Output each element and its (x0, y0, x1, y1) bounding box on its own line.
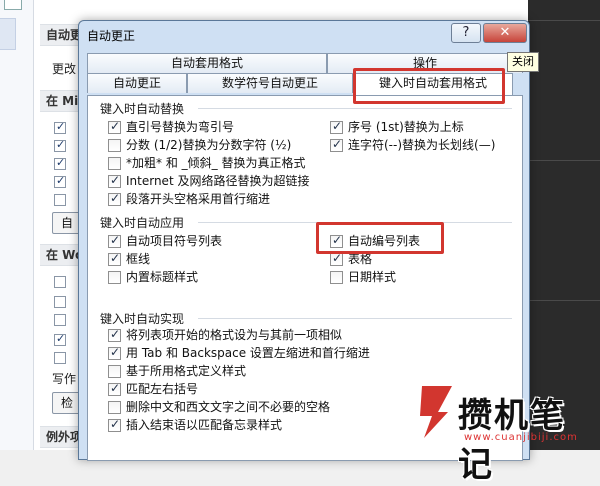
group-title-replace: 键入时自动替换 (100, 102, 185, 116)
checkbox[interactable] (108, 119, 121, 134)
tab-autoformat[interactable]: 自动套用格式 (87, 53, 327, 73)
tab-autoformat-as-you-type[interactable]: 键入时自动套用格式 (353, 73, 513, 95)
checkbox[interactable] (108, 139, 121, 152)
group-title-apply: 键入时自动应用 (100, 216, 185, 230)
bg-checkbox-4[interactable] (54, 174, 66, 188)
change-text: 更改 (52, 62, 77, 76)
bg-checkbox-7[interactable] (54, 296, 66, 308)
close-tooltip: 关闭 (507, 52, 539, 72)
checkbox[interactable] (108, 191, 121, 206)
checkbox[interactable] (108, 345, 121, 360)
checkbox[interactable] (330, 251, 343, 266)
bg-checkbox-9[interactable] (54, 332, 66, 346)
document-icon (4, 0, 22, 10)
bg-checkbox-6[interactable] (54, 276, 66, 288)
checkbox[interactable] (108, 381, 121, 396)
writing-text: 写作 (52, 372, 77, 386)
watermark: 攒机笔记 www.cuanjibiji.com (418, 382, 600, 485)
tab-autocorrect[interactable]: 自动更正 (87, 73, 187, 93)
tab-actions[interactable]: 操作 (327, 53, 523, 73)
checkbox[interactable] (108, 401, 121, 414)
checkbox[interactable] (330, 137, 343, 152)
checkbox[interactable] (108, 417, 121, 432)
bg-checkbox-5[interactable] (54, 194, 66, 206)
group-title-auto: 键入时自动实现 (100, 312, 185, 326)
options-nav-pane (0, 0, 34, 450)
help-button[interactable]: ? (451, 23, 481, 43)
bg-checkbox-8[interactable] (54, 314, 66, 326)
checkbox[interactable] (108, 271, 121, 284)
checkbox[interactable] (108, 251, 121, 266)
checkbox[interactable] (108, 365, 121, 378)
bg-checkbox-10[interactable] (54, 352, 66, 364)
close-button[interactable]: ✕ (483, 23, 527, 43)
checkbox[interactable] (330, 271, 343, 284)
bg-checkbox-3[interactable] (54, 156, 66, 170)
nav-selected-item[interactable] (0, 18, 16, 50)
bg-checkbox-1[interactable] (54, 120, 66, 134)
checkbox[interactable] (108, 173, 121, 188)
checkbox[interactable] (330, 233, 343, 248)
checkbox[interactable] (108, 233, 121, 248)
checkbox[interactable] (108, 157, 121, 170)
checkbox[interactable] (330, 119, 343, 134)
dialog-title: 自动更正 (87, 29, 136, 43)
checkbox[interactable] (108, 327, 121, 342)
tab-math-autocorrect[interactable]: 数学符号自动更正 (187, 73, 353, 93)
watermark-url: www.cuanjibiji.com (464, 432, 578, 443)
watermark-logo-icon (420, 386, 452, 438)
bg-checkbox-2[interactable] (54, 138, 66, 152)
